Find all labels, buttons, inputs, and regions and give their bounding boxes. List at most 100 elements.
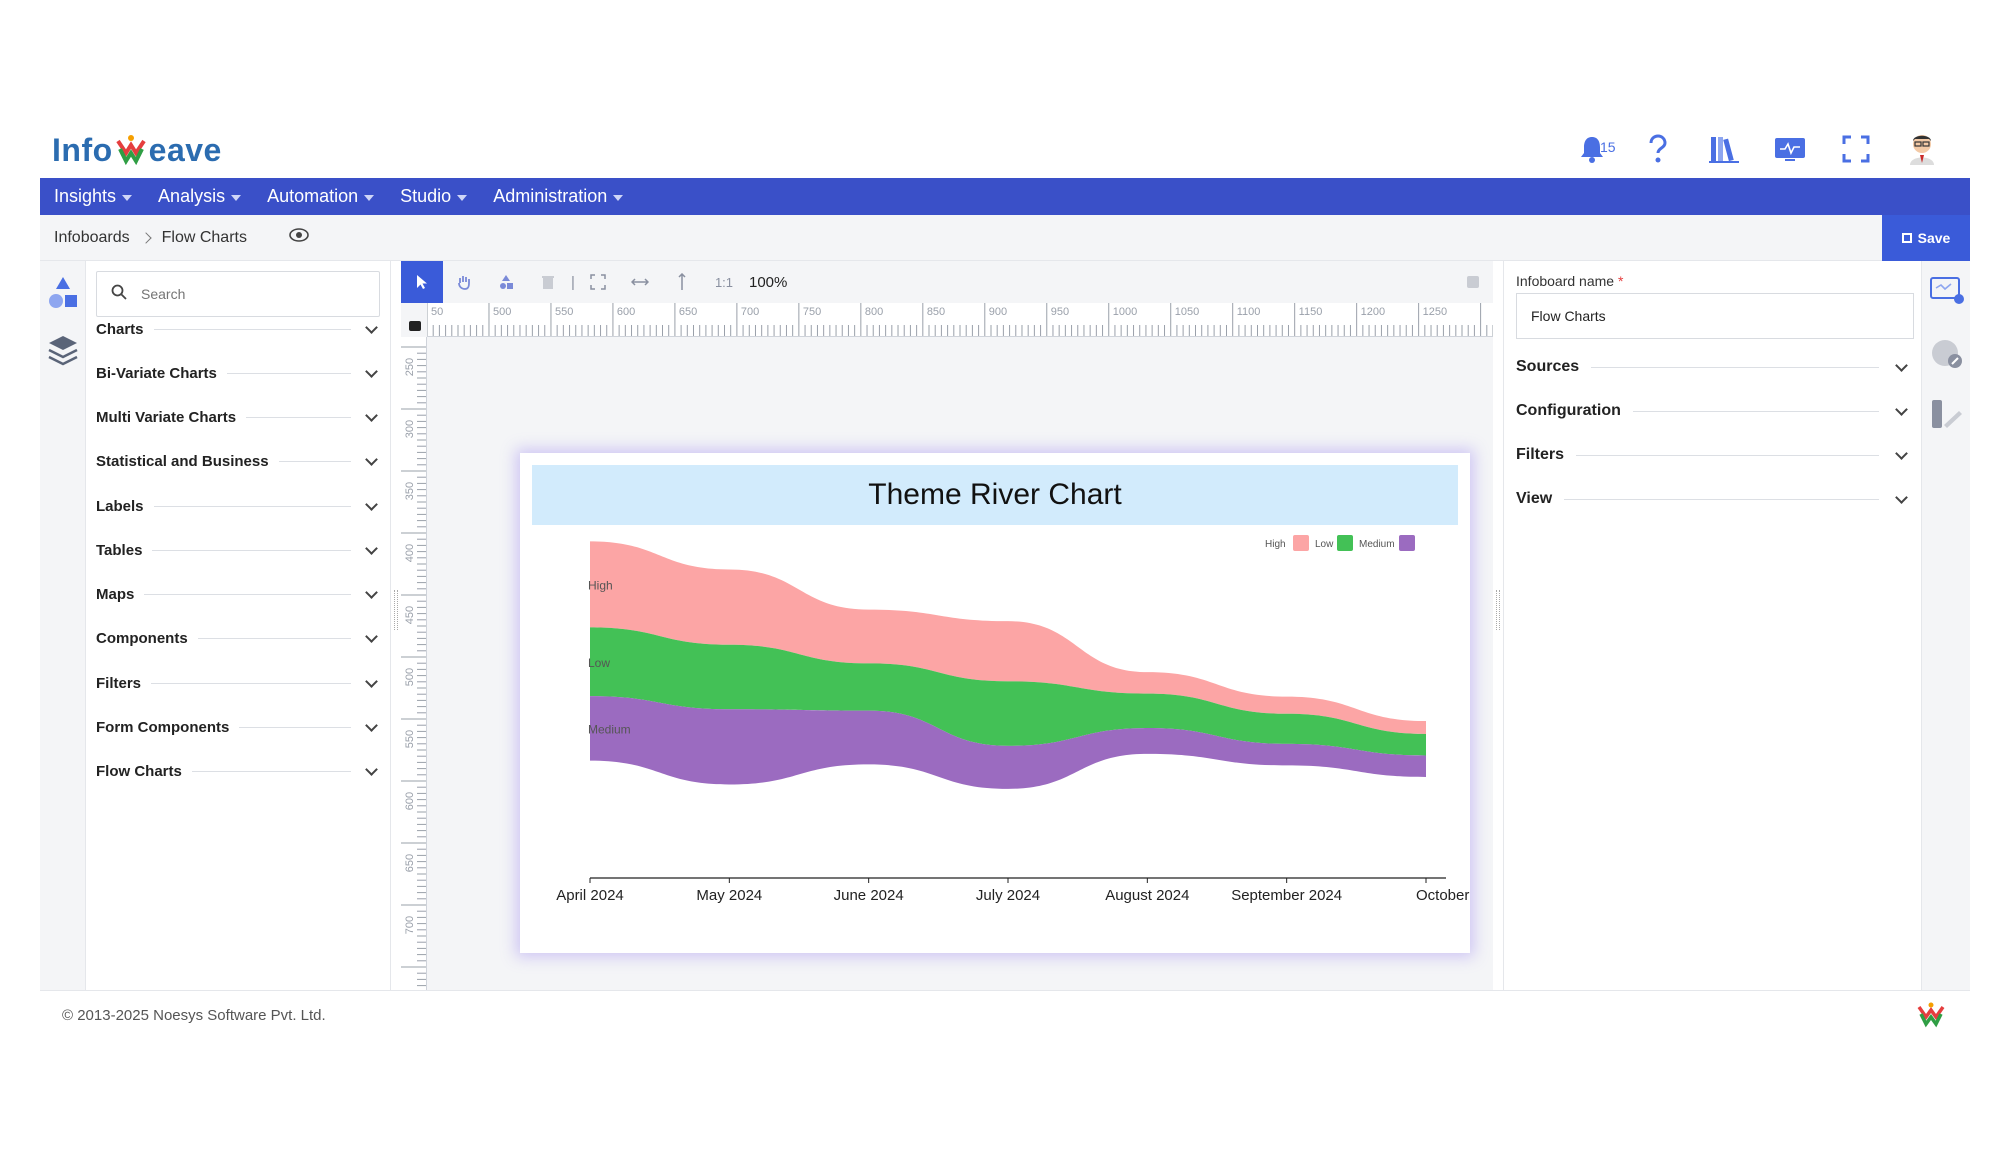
- bell-icon[interactable]: 15: [1574, 131, 1616, 167]
- section-label: Sources: [1516, 358, 1580, 375]
- ruler-label: 850: [927, 306, 945, 318]
- nav-administration[interactable]: Administration: [493, 186, 624, 207]
- widget-settings-icon[interactable]: [1929, 337, 1965, 376]
- breadcrumb: Infoboards Flow Charts: [54, 228, 309, 247]
- eye-icon[interactable]: [289, 228, 309, 247]
- help-small-icon[interactable]: [1467, 276, 1479, 288]
- category-labels[interactable]: Labels: [96, 495, 382, 517]
- panel-resize-handle[interactable]: [394, 590, 398, 630]
- stream-label: Low: [588, 656, 610, 670]
- nav-studio[interactable]: Studio: [400, 186, 468, 207]
- chevron-down-icon: [365, 762, 378, 776]
- category-label: Labels: [96, 497, 144, 515]
- zoom-level[interactable]: 100%: [749, 274, 787, 291]
- footer: © 2013-2025 Noesys Software Pvt. Ltd.: [40, 990, 1970, 1040]
- category-label: Charts: [96, 320, 144, 338]
- nav-analysis[interactable]: Analysis: [158, 186, 242, 207]
- ruler-label: 600: [404, 792, 416, 810]
- chevron-down-icon: [365, 541, 378, 555]
- app-window: Info eave 15 Insights Analysis Automatio…: [40, 120, 1970, 1040]
- ruler-label: 650: [679, 306, 697, 318]
- legend-swatch[interactable]: [1293, 535, 1309, 551]
- search-input[interactable]: [141, 286, 341, 302]
- vertical-ruler: 250 300 350 400 450 500 550 600 650 700: [401, 337, 427, 990]
- category-tables[interactable]: Tables: [96, 539, 382, 561]
- ruler-label: 1000: [1113, 306, 1137, 318]
- ruler-label: 250: [404, 358, 416, 376]
- select-tool-button[interactable]: [401, 261, 443, 303]
- section-filters[interactable]: Filters: [1516, 444, 1912, 466]
- chart-widget[interactable]: Theme River Chart High Low Medium April 202…: [520, 453, 1470, 953]
- nav-label: Analysis: [158, 186, 226, 206]
- category-label: Tables: [96, 541, 143, 559]
- divider: [153, 328, 351, 330]
- panel-resize-handle[interactable]: [1496, 590, 1500, 630]
- legend-swatch[interactable]: [1399, 535, 1415, 551]
- nav-label: Administration: [493, 186, 608, 206]
- category-maps[interactable]: Maps: [96, 583, 382, 605]
- chevron-down-icon: [365, 408, 378, 422]
- breadcrumb-infoboards[interactable]: Infoboards: [54, 229, 130, 247]
- infoveave-logo[interactable]: Info eave: [52, 128, 222, 172]
- ruler-label: 500: [493, 306, 511, 318]
- field-label: Infoboard name: [1516, 273, 1615, 289]
- legend-swatch[interactable]: [1337, 535, 1353, 551]
- actual-size-button[interactable]: 1:1: [703, 261, 745, 303]
- chevron-down-icon: [365, 452, 378, 466]
- save-label: Save: [1917, 230, 1951, 246]
- category-label: Filters: [96, 674, 142, 692]
- fit-height-button[interactable]: [661, 261, 703, 303]
- section-view[interactable]: View: [1516, 488, 1912, 510]
- nav-automation[interactable]: Automation: [267, 186, 375, 207]
- category-charts[interactable]: Charts: [96, 318, 382, 340]
- ruler-label: 550: [555, 306, 573, 318]
- notification-count: 15: [1600, 139, 1616, 155]
- shapes-tool-button[interactable]: [485, 261, 527, 303]
- save-button[interactable]: Save: [1882, 215, 1970, 261]
- section-sources[interactable]: Sources: [1516, 356, 1912, 378]
- search-box[interactable]: [96, 271, 380, 317]
- fullscreen-icon[interactable]: [1838, 131, 1874, 167]
- style-settings-icon[interactable]: [1929, 397, 1965, 436]
- category-filters[interactable]: Filters: [96, 672, 382, 694]
- board-settings-icon[interactable]: [1929, 275, 1965, 312]
- stream-label: Medium: [588, 722, 631, 736]
- category-statistical[interactable]: Statistical and Business: [96, 450, 382, 472]
- infoboard-name-input[interactable]: [1516, 293, 1914, 339]
- category-label: Bi-Variate Charts: [96, 364, 217, 382]
- chevron-down-icon: [365, 497, 378, 511]
- layers-icon[interactable]: [46, 333, 80, 372]
- caret-down-icon: [364, 194, 375, 201]
- delete-tool-button[interactable]: [527, 261, 569, 303]
- library-icon[interactable]: [1706, 131, 1742, 167]
- logo-text-left: Info: [52, 131, 113, 168]
- help-icon[interactable]: [1640, 131, 1676, 167]
- components-icon[interactable]: [46, 275, 80, 316]
- pan-tool-button[interactable]: [443, 261, 485, 303]
- ruler-label: 1250: [1423, 306, 1447, 318]
- nav-insights[interactable]: Insights: [54, 186, 133, 207]
- main-nav: Insights Analysis Automation Studio Admi…: [40, 178, 1970, 215]
- category-components[interactable]: Components: [96, 627, 382, 649]
- category-flow-charts[interactable]: Flow Charts: [96, 760, 382, 782]
- nav-label: Studio: [400, 186, 452, 206]
- fit-tool-button[interactable]: [577, 261, 619, 303]
- category-multivariate[interactable]: Multi Variate Charts: [96, 406, 382, 428]
- divider: [278, 460, 351, 462]
- category-form-components[interactable]: Form Components: [96, 716, 382, 738]
- category-label: Form Components: [96, 718, 230, 736]
- legend-label: Low: [1315, 539, 1334, 550]
- user-avatar[interactable]: [1904, 131, 1940, 167]
- properties-panel: Infoboard name * Sources Configuration F…: [1503, 261, 1921, 990]
- monitor-icon[interactable]: [1772, 131, 1808, 167]
- footer-logo-icon: [1916, 1001, 1946, 1034]
- ruler-label: 900: [989, 306, 1007, 318]
- fit-width-button[interactable]: [619, 261, 661, 303]
- logo-mark-icon: [114, 133, 148, 167]
- breadcrumb-bar: Infoboards Flow Charts Save: [40, 215, 1970, 261]
- lock-icon[interactable]: [409, 321, 421, 331]
- section-configuration[interactable]: Configuration: [1516, 400, 1912, 422]
- caret-down-icon: [231, 194, 242, 201]
- section-label: Filters: [1516, 446, 1565, 463]
- category-bivariate[interactable]: Bi-Variate Charts: [96, 362, 382, 384]
